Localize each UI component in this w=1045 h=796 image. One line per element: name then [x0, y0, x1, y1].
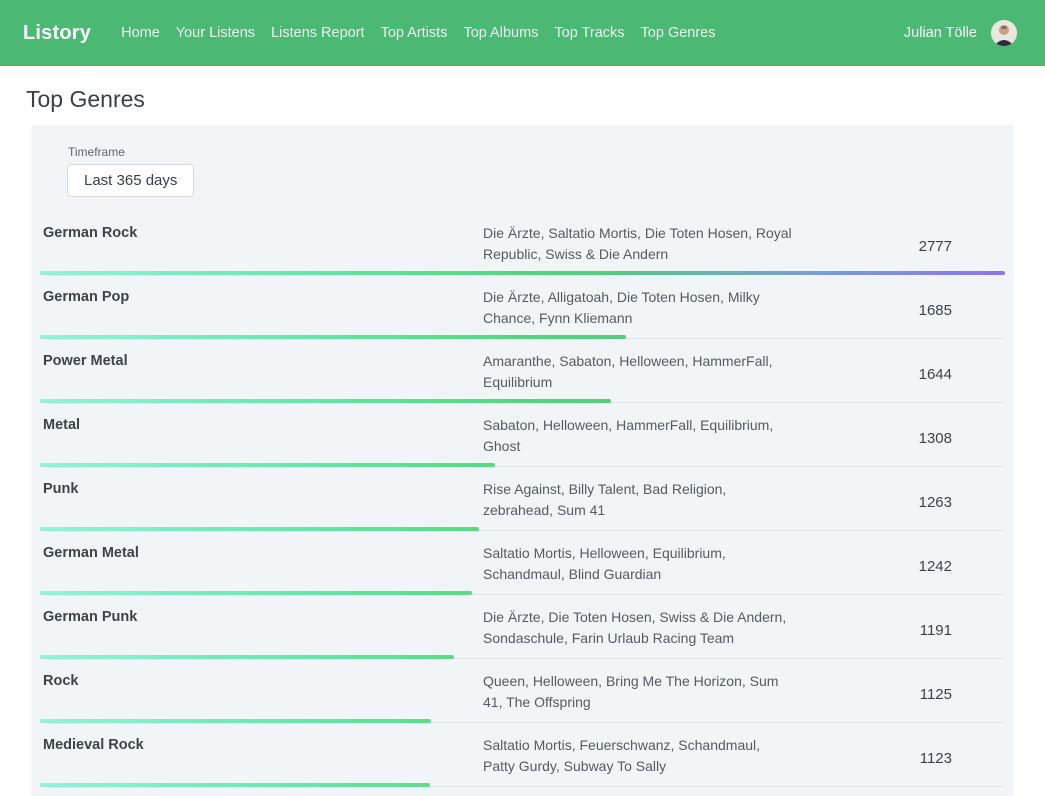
page-title: Top Genres [26, 86, 1045, 113]
genres-table: German RockDie Ärzte, Saltatio Mortis, D… [40, 211, 1005, 796]
genre-top-artists: Die Ärzte, Alligatoah, Die Toten Hosen, … [483, 287, 793, 338]
genre-name: Medieval Rock [40, 735, 483, 786]
genre-name: Power Metal [40, 351, 483, 402]
genre-listen-count: 1125 [793, 686, 1005, 707]
main-nav: HomeYour ListensListens ReportTop Artist… [113, 19, 723, 47]
genre-name: Rock [40, 671, 483, 722]
table-row: Melodic MetalUnleash The Archers, Hellow… [40, 787, 1005, 796]
genre-name: Metal [40, 415, 483, 466]
genre-top-artists: Saltatio Mortis, Helloween, Equilibrium,… [483, 543, 793, 594]
nav-item-home[interactable]: Home [113, 19, 168, 47]
genre-top-artists: Queen, Helloween, Bring Me The Horizon, … [483, 671, 793, 722]
nav-item-your-listens[interactable]: Your Listens [168, 19, 263, 47]
table-row: German PopDie Ärzte, Alligatoah, Die Tot… [40, 275, 1005, 339]
genre-top-artists: Rise Against, Billy Talent, Bad Religion… [483, 479, 793, 530]
table-row: Medieval RockSaltatio Mortis, Feuerschwa… [40, 723, 1005, 787]
timeframe-select[interactable]: Last 365 days [67, 164, 194, 197]
genre-top-artists: Sabaton, Helloween, HammerFall, Equilibr… [483, 415, 793, 466]
top-genres-card: Timeframe Last 365 days German RockDie Ä… [31, 125, 1014, 796]
user-avatar[interactable] [991, 20, 1017, 46]
genre-top-artists: Die Ärzte, Die Toten Hosen, Swiss & Die … [483, 607, 793, 658]
genre-name: German Pop [40, 287, 483, 338]
genre-listen-count: 1123 [793, 750, 1005, 771]
timeframe-label: Timeframe [68, 145, 1005, 159]
nav-item-top-artists[interactable]: Top Artists [373, 19, 456, 47]
table-row: German RockDie Ärzte, Saltatio Mortis, D… [40, 211, 1005, 275]
table-row: German PunkDie Ärzte, Die Toten Hosen, S… [40, 595, 1005, 659]
nav-item-top-albums[interactable]: Top Albums [455, 19, 546, 47]
nav-item-top-tracks[interactable]: Top Tracks [546, 19, 632, 47]
app-logo[interactable]: Listory [23, 22, 91, 45]
genre-name: Punk [40, 479, 483, 530]
genre-listen-count: 1685 [793, 302, 1005, 323]
nav-item-top-genres[interactable]: Top Genres [633, 19, 724, 47]
nav-item-listens-report[interactable]: Listens Report [263, 19, 373, 47]
genre-name: German Punk [40, 607, 483, 658]
app-header: Listory HomeYour ListensListens ReportTo… [0, 0, 1045, 66]
table-row: German MetalSaltatio Mortis, Helloween, … [40, 531, 1005, 595]
genre-top-artists: Die Ärzte, Saltatio Mortis, Die Toten Ho… [483, 223, 793, 274]
table-row: PunkRise Against, Billy Talent, Bad Reli… [40, 467, 1005, 531]
user-name: Julian Tölle [904, 25, 977, 41]
genre-listen-count: 1242 [793, 558, 1005, 579]
table-row: RockQueen, Helloween, Bring Me The Horiz… [40, 659, 1005, 723]
genre-top-artists: Saltatio Mortis, Feuerschwanz, Schandmau… [483, 735, 793, 786]
genre-listen-count: 1308 [793, 430, 1005, 451]
genre-top-artists: Amaranthe, Sabaton, Helloween, HammerFal… [483, 351, 793, 402]
table-row: Power MetalAmaranthe, Sabaton, Helloween… [40, 339, 1005, 403]
genre-listen-count: 1263 [793, 494, 1005, 515]
genre-name: German Metal [40, 543, 483, 594]
genre-listen-count: 1191 [793, 622, 1005, 643]
main-content: Top Genres Timeframe Last 365 days Germa… [0, 86, 1045, 796]
genre-name: German Rock [40, 223, 483, 274]
genre-listen-count: 2777 [793, 238, 1005, 259]
genre-listen-count: 1644 [793, 366, 1005, 387]
table-row: MetalSabaton, Helloween, HammerFall, Equ… [40, 403, 1005, 467]
avatar-image [991, 20, 1017, 46]
user-area: Julian Tölle [904, 20, 1017, 46]
